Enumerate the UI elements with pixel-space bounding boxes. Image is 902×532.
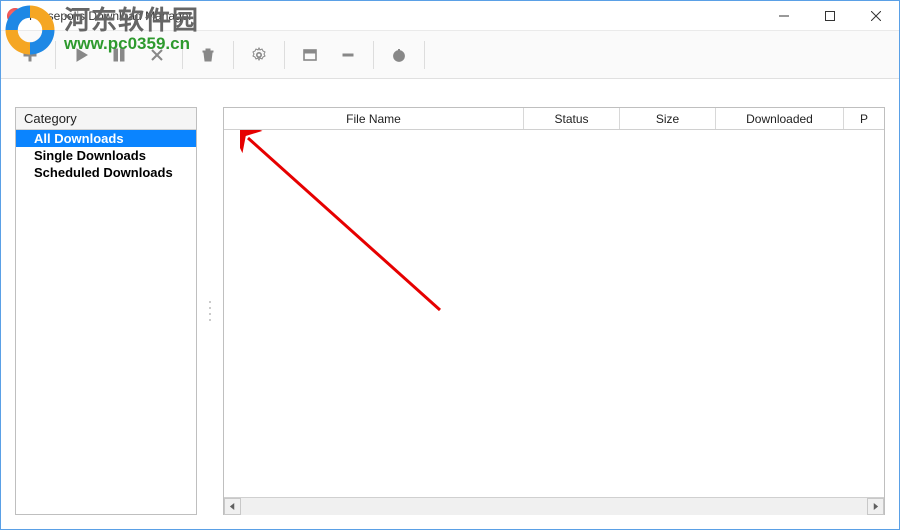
sidebar-item-all-downloads[interactable]: All Downloads: [16, 130, 196, 147]
window-controls: [761, 1, 899, 30]
resume-button[interactable]: [62, 36, 100, 74]
toolbar: [1, 31, 899, 79]
minus-icon: [340, 47, 356, 63]
settings-button[interactable]: [240, 36, 278, 74]
table-header: File Name Status Size Downloaded P: [224, 108, 884, 130]
maximize-icon: [825, 11, 835, 21]
play-icon: [73, 47, 89, 63]
column-header-status[interactable]: Status: [524, 108, 620, 129]
queue-button[interactable]: [291, 36, 329, 74]
close-button[interactable]: [853, 1, 899, 30]
table-body: [224, 130, 884, 497]
column-header-downloaded[interactable]: Downloaded: [716, 108, 844, 129]
main-area: Category All Downloads Single Downloads …: [1, 79, 899, 529]
toolbar-separator: [424, 41, 425, 69]
power-icon: [391, 47, 407, 63]
sidebar-header: Category: [16, 108, 196, 130]
window-icon: [302, 47, 318, 63]
add-button[interactable]: [11, 36, 49, 74]
minimize-icon: [779, 11, 789, 21]
remove-button[interactable]: [189, 36, 227, 74]
minimize-button[interactable]: [761, 1, 807, 30]
app-window: Persepolis Download Manager: [0, 0, 900, 530]
download-table: File Name Status Size Downloaded P: [223, 107, 885, 515]
maximize-button[interactable]: [807, 1, 853, 30]
toolbar-separator: [373, 41, 374, 69]
toolbar-separator: [182, 41, 183, 69]
scroll-track[interactable]: [241, 498, 867, 515]
trash-icon: [200, 47, 216, 63]
sidebar-item-single-downloads[interactable]: Single Downloads: [16, 147, 196, 164]
stop-button[interactable]: [138, 36, 176, 74]
window-title: Persepolis Download Manager: [29, 9, 192, 23]
app-icon: [7, 8, 23, 24]
toolbar-separator: [55, 41, 56, 69]
scroll-left-button[interactable]: [224, 498, 241, 515]
close-icon: [149, 47, 165, 63]
column-header-more[interactable]: P: [844, 108, 884, 129]
horizontal-scrollbar[interactable]: [224, 497, 884, 514]
gear-icon: [251, 47, 267, 63]
pause-button[interactable]: [100, 36, 138, 74]
column-header-filename[interactable]: File Name: [224, 108, 524, 129]
category-sidebar: Category All Downloads Single Downloads …: [15, 107, 197, 515]
titlebar: Persepolis Download Manager: [1, 1, 899, 31]
plus-icon: [22, 47, 38, 63]
sidebar-list: All Downloads Single Downloads Scheduled…: [16, 130, 196, 514]
close-icon: [871, 11, 881, 21]
toolbar-separator: [233, 41, 234, 69]
sidebar-item-scheduled-downloads[interactable]: Scheduled Downloads: [16, 164, 196, 181]
column-header-size[interactable]: Size: [620, 108, 716, 129]
toolbar-separator: [284, 41, 285, 69]
minimize-to-tray-button[interactable]: [329, 36, 367, 74]
scroll-right-button[interactable]: [867, 498, 884, 515]
splitter[interactable]: [207, 107, 213, 515]
pause-icon: [111, 47, 127, 63]
power-button[interactable]: [380, 36, 418, 74]
